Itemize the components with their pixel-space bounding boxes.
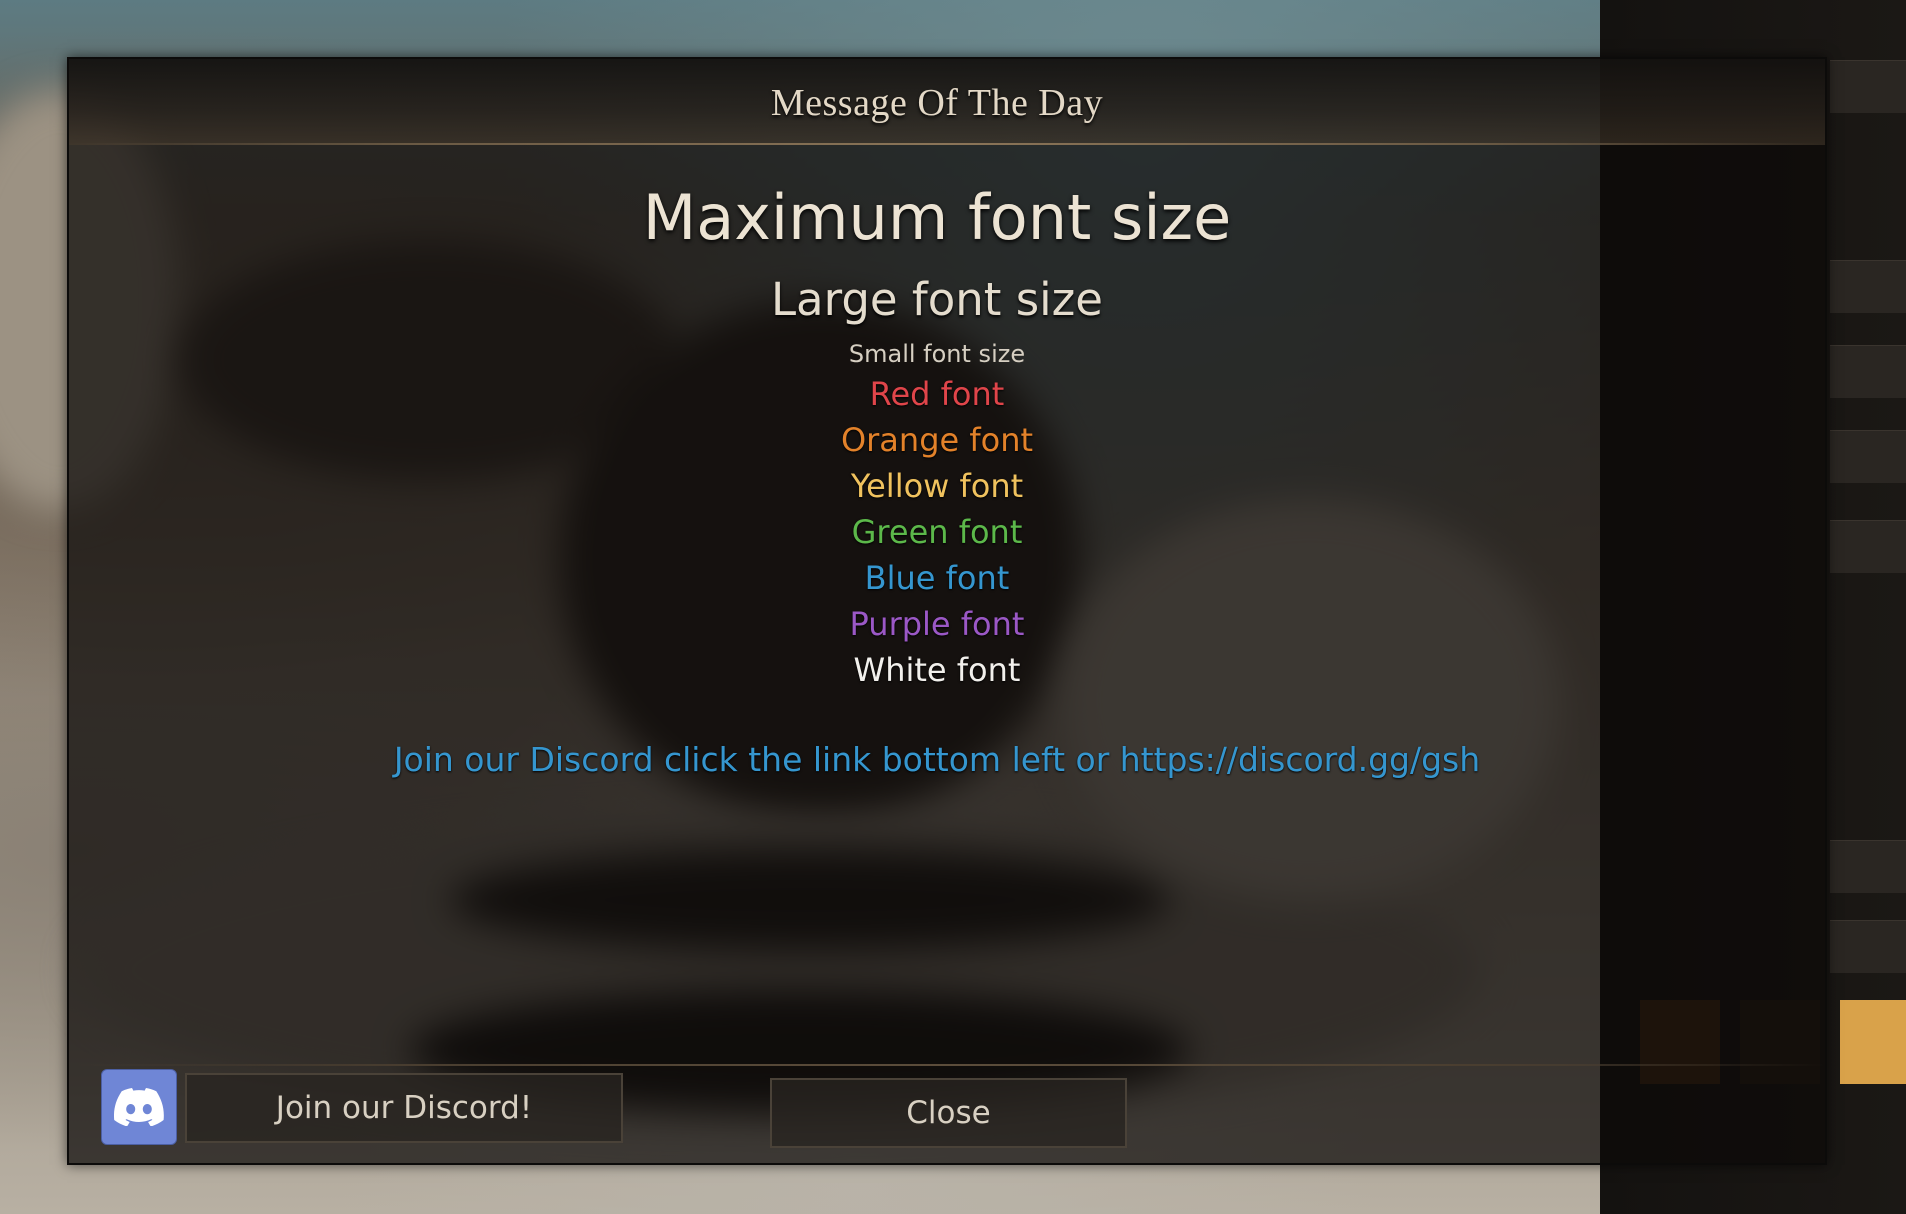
- orange-font-line: Orange font: [840, 421, 1034, 459]
- white-font-line: White font: [853, 651, 1021, 689]
- max-font-line: Maximum font size: [642, 181, 1232, 254]
- dialog-title-bar: Message Of The Day: [69, 59, 1825, 145]
- color-swatch: [1840, 1000, 1906, 1084]
- side-panel-row: [1830, 430, 1906, 483]
- yellow-font-line: Yellow font: [850, 467, 1024, 505]
- purple-font-line: Purple font: [849, 605, 1025, 643]
- red-font-line: Red font: [869, 375, 1005, 413]
- side-panel-row: [1830, 840, 1906, 893]
- side-panel-row: [1830, 520, 1906, 573]
- motd-dialog: Message Of The Day Maximum font size Lar…: [67, 57, 1827, 1165]
- join-discord-button[interactable]: Join our Discord!: [185, 1073, 623, 1143]
- blue-font-line: Blue font: [864, 559, 1010, 597]
- close-button[interactable]: Close: [770, 1078, 1127, 1148]
- side-panel-row: [1830, 920, 1906, 973]
- discord-icon-button[interactable]: [101, 1069, 177, 1145]
- small-font-line: Small font size: [848, 340, 1026, 368]
- side-panel-row: [1830, 345, 1906, 398]
- large-font-line: Large font size: [770, 273, 1103, 326]
- discord-icon: [114, 1088, 164, 1126]
- footer-divider: [69, 1064, 1825, 1066]
- dialog-title: Message Of The Day: [770, 82, 1104, 124]
- motd-content: Maximum font size Large font size Small …: [69, 177, 1805, 783]
- green-font-line: Green font: [851, 513, 1023, 551]
- side-panel-row: [1830, 60, 1906, 113]
- discord-invite-text[interactable]: Join our Discord click the link bottom l…: [69, 737, 1805, 783]
- title-divider: [69, 143, 1825, 145]
- side-panel-row: [1830, 260, 1906, 313]
